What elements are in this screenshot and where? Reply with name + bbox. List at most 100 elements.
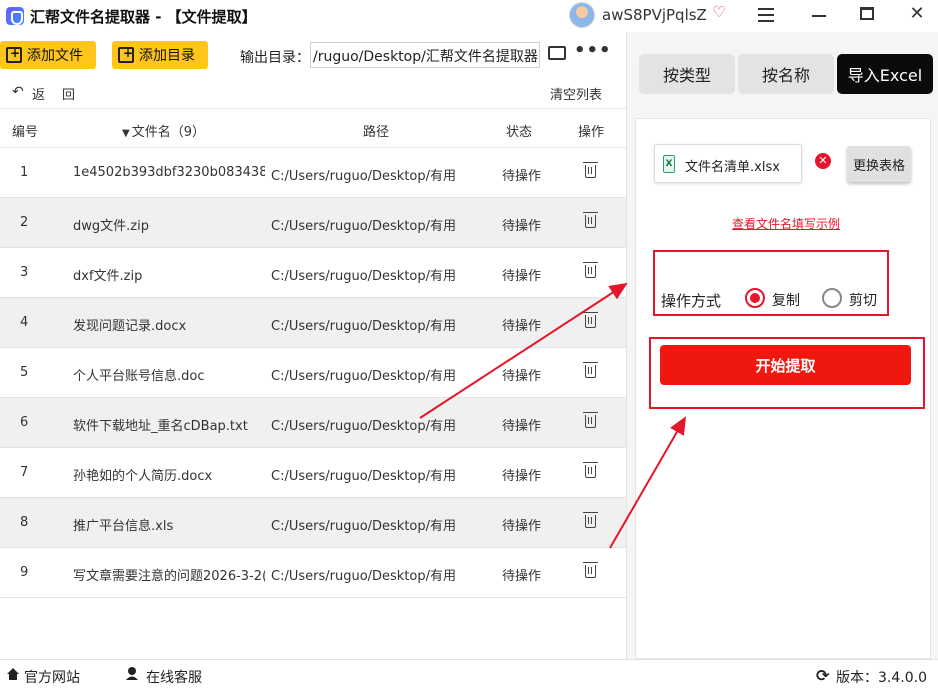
vip-heart-icon[interactable]: ♡ <box>710 3 728 21</box>
row-filename: dxf文件.zip <box>73 269 143 284</box>
row-filename: 推广平台信息.xls <box>73 519 174 534</box>
output-directory-field[interactable]: /ruguo/Desktop/汇帮文件名提取器 <box>310 42 540 68</box>
add-file-button[interactable]: 添加文件 <box>0 41 96 69</box>
delete-row-icon[interactable] <box>583 362 598 378</box>
online-service-link[interactable]: 在线客服 <box>146 667 202 687</box>
customer-service-icon <box>126 667 138 680</box>
table-row[interactable]: 5 个人平台账号信息.doc C:/Users/ruguo/Desktop/有用… <box>0 348 626 398</box>
row-status: 待操作 <box>502 219 542 234</box>
folder-open-icon[interactable] <box>548 46 566 60</box>
row-status: 待操作 <box>502 419 542 434</box>
row-number: 4 <box>20 315 29 330</box>
row-status: 待操作 <box>502 269 542 284</box>
minimize-icon[interactable] <box>812 15 826 17</box>
table-row[interactable]: 7 孙艳如的个人简历.docx C:/Users/ruguo/Desktop/有… <box>0 448 626 498</box>
row-status: 待操作 <box>502 469 542 484</box>
delete-row-icon[interactable] <box>583 562 598 578</box>
header-status: 状态 <box>506 125 533 140</box>
row-path: C:/Users/ruguo/Desktop/有用... <box>271 219 457 234</box>
row-number: 8 <box>20 515 29 530</box>
header-path: 路径 <box>363 125 390 140</box>
table-row[interactable]: 4 发现问题记录.docx C:/Users/ruguo/Desktop/有用.… <box>0 298 626 348</box>
row-status: 待操作 <box>502 569 542 584</box>
table-row[interactable]: 6 软件下载地址_重名cDBap.txt C:/Users/ruguo/Desk… <box>0 398 626 448</box>
row-number: 6 <box>20 415 29 430</box>
row-path: C:/Users/ruguo/Desktop/有用... <box>271 269 457 284</box>
delete-row-icon[interactable] <box>583 162 598 178</box>
tab-by-type[interactable]: 按类型 <box>639 54 735 94</box>
start-extract-button[interactable]: 开始提取 <box>660 345 911 385</box>
table-row[interactable]: 2 dwg文件.zip C:/Users/ruguo/Desktop/有用...… <box>0 198 626 248</box>
row-number: 5 <box>20 365 29 380</box>
delete-row-icon[interactable] <box>583 462 598 478</box>
user-name[interactable]: awS8PVjPqlsZ <box>602 6 707 24</box>
menu-icon[interactable] <box>758 8 774 22</box>
row-filename: 孙艳如的个人简历.docx <box>73 469 213 484</box>
add-folder-icon <box>118 46 134 63</box>
copy-radio-label[interactable]: 复制 <box>772 290 800 310</box>
row-status: 待操作 <box>502 169 542 184</box>
row-status: 待操作 <box>502 519 542 534</box>
row-path: C:/Users/ruguo/Desktop/有用... <box>271 169 457 184</box>
close-icon[interactable]: ✕ <box>907 3 927 24</box>
header-filename-label: 文件名（9） <box>131 125 205 140</box>
example-link[interactable]: 查看文件名填写示例 <box>732 215 840 232</box>
row-status: 待操作 <box>502 369 542 384</box>
refresh-icon[interactable]: ⟳ <box>816 666 829 685</box>
version-label: 版本：3.4.0.0 <box>836 670 927 686</box>
row-number: 7 <box>20 465 29 480</box>
redo-button[interactable]: 回 <box>62 84 75 103</box>
add-directory-label: 添加目录 <box>139 48 195 64</box>
table-row[interactable]: 3 dxf文件.zip C:/Users/ruguo/Desktop/有用...… <box>0 248 626 298</box>
delete-row-icon[interactable] <box>583 512 598 528</box>
output-directory-label: 输出目录： <box>240 50 310 66</box>
header-filename[interactable]: ▼ 文件名（9） <box>122 121 205 140</box>
status-bar: 官方网站 在线客服 ⟳ 版本：3.4.0.0 <box>0 659 938 689</box>
row-path: C:/Users/ruguo/Desktop/有用... <box>271 369 457 384</box>
header-action: 操作 <box>578 125 605 140</box>
row-path: C:/Users/ruguo/Desktop/有用... <box>271 519 457 534</box>
delete-row-icon[interactable] <box>583 312 598 328</box>
row-status: 待操作 <box>502 319 542 334</box>
remove-file-icon[interactable]: ✕ <box>815 153 831 169</box>
title-bar: 汇帮文件名提取器 - 【文件提取】 awS8PVjPqlsZ ♡ ✕ <box>0 0 938 32</box>
row-filename: 1e4502b393dbf3230b083438b... <box>73 165 265 180</box>
table-row[interactable]: 1 1e4502b393dbf3230b083438b... C:/Users/… <box>0 148 626 198</box>
file-rows: 1 1e4502b393dbf3230b083438b... C:/Users/… <box>0 148 626 598</box>
user-avatar[interactable] <box>569 2 595 28</box>
file-list-panel: 添加文件 添加目录 输出目录： /ruguo/Desktop/汇帮文件名提取器 … <box>0 32 626 659</box>
delete-row-icon[interactable] <box>583 412 598 428</box>
excel-file-name: 文件名清单.xlsx <box>685 160 780 175</box>
table-row[interactable]: 9 写文章需要注意的问题2026-3-2(... C:/Users/ruguo/… <box>0 548 626 598</box>
replace-table-button[interactable]: 更换表格 <box>847 146 911 182</box>
row-filename: 软件下载地址_重名cDBap.txt <box>73 419 248 434</box>
row-path: C:/Users/ruguo/Desktop/有用... <box>271 569 457 584</box>
tab-by-name[interactable]: 按名称 <box>738 54 834 94</box>
more-options-icon[interactable]: ••• <box>574 40 612 61</box>
home-icon <box>7 668 19 680</box>
row-number: 1 <box>20 165 29 180</box>
copy-radio[interactable] <box>745 288 765 308</box>
extract-settings-panel: 按类型 按名称 导入Excel X 文件名清单.xlsx ✕ 更换表格 查看文件… <box>626 32 938 659</box>
official-website-link[interactable]: 官方网站 <box>24 667 80 687</box>
delete-row-icon[interactable] <box>583 212 598 228</box>
tab-import-excel[interactable]: 导入Excel <box>837 54 933 94</box>
row-filename: 发现问题记录.docx <box>73 319 187 334</box>
row-number: 3 <box>20 265 29 280</box>
add-directory-button[interactable]: 添加目录 <box>112 41 208 69</box>
table-header: 编号 ▼ 文件名（9） 路径 状态 操作 <box>0 108 626 148</box>
undo-button[interactable]: 返 <box>32 84 45 103</box>
undo-icon[interactable]: ↶ <box>12 84 24 100</box>
row-path: C:/Users/ruguo/Desktop/有用... <box>271 319 457 334</box>
clear-list-button[interactable]: 清空列表 <box>550 84 602 103</box>
add-file-label: 添加文件 <box>27 48 83 64</box>
delete-row-icon[interactable] <box>583 262 598 278</box>
cut-radio[interactable] <box>822 288 842 308</box>
table-row[interactable]: 8 推广平台信息.xls C:/Users/ruguo/Desktop/有用..… <box>0 498 626 548</box>
cut-radio-label[interactable]: 剪切 <box>849 290 877 310</box>
maximize-icon[interactable] <box>860 7 874 20</box>
row-path: C:/Users/ruguo/Desktop/有用... <box>271 469 457 484</box>
row-filename: 写文章需要注意的问题2026-3-2(... <box>73 569 265 584</box>
window-title: 汇帮文件名提取器 - 【文件提取】 <box>30 8 257 26</box>
excel-file-chip[interactable]: X 文件名清单.xlsx <box>654 144 802 183</box>
